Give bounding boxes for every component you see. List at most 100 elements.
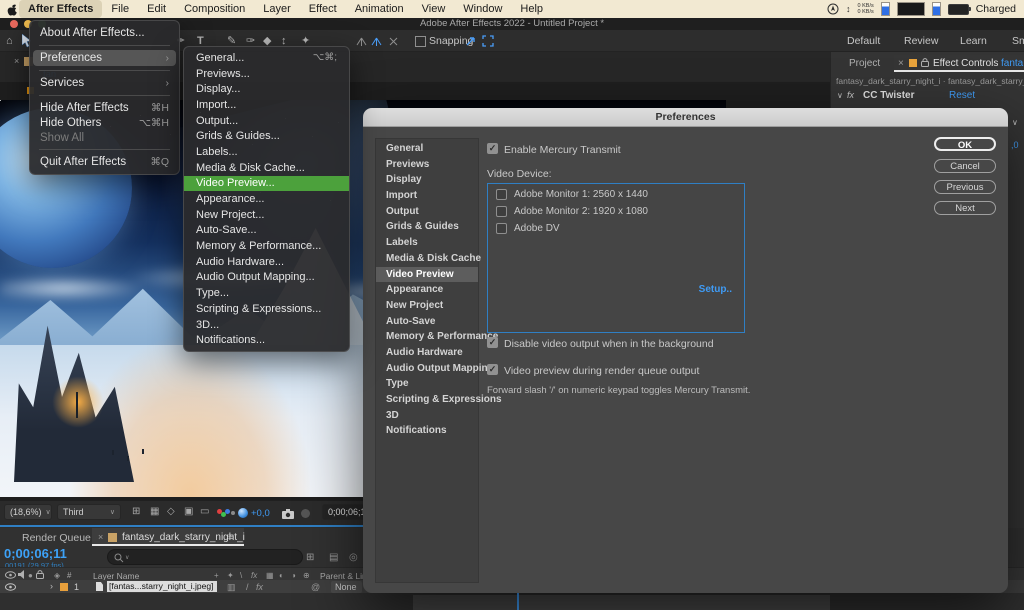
submenu-item-type[interactable]: Type... <box>184 285 349 301</box>
fx-switch-icon[interactable]: fx <box>251 571 257 580</box>
parent-link-column-header[interactable]: Parent & Lin <box>320 571 367 581</box>
view-axis-icon[interactable] <box>388 36 399 47</box>
audio-column-icon[interactable] <box>18 570 25 579</box>
tab-project[interactable]: Project <box>849 58 880 69</box>
menubar-item-file[interactable]: File <box>102 0 138 18</box>
menu-item-services[interactable]: Services › <box>30 75 179 91</box>
parent-pickwhip-icon[interactable]: @ <box>311 582 320 592</box>
sidebar-item-auto-save[interactable]: Auto-Save <box>376 314 478 330</box>
menu-item-preferences[interactable]: Preferences › <box>33 50 176 66</box>
device-checkbox[interactable] <box>496 189 507 200</box>
video-device-list[interactable]: Adobe Monitor 1: 2560 x 1440 Adobe Monit… <box>487 183 745 333</box>
disable-bg-checkbox[interactable]: ✓ <box>487 337 498 348</box>
sidebar-item-grids[interactable]: Grids & Guides <box>376 219 478 235</box>
threed-switch-icon[interactable]: ⊕ <box>303 571 310 580</box>
local-axis-icon[interactable] <box>356 36 367 47</box>
quality-toggle-icon[interactable]: / <box>246 582 249 592</box>
submenu-item-general[interactable]: General... ⌥⌘; <box>184 50 349 66</box>
activity-graph-icon[interactable] <box>897 2 925 16</box>
ok-button[interactable]: OK <box>934 137 996 151</box>
submenu-item-previews[interactable]: Previews... <box>184 66 349 82</box>
submenu-item-audio-hardware[interactable]: Audio Hardware... <box>184 254 349 270</box>
submenu-item-auto-save[interactable]: Auto-Save... <box>184 223 349 239</box>
previous-button[interactable]: Previous <box>934 180 996 194</box>
quality-switch-icon[interactable]: \ <box>240 571 242 580</box>
param-value-fragment[interactable]: ,0 <box>1011 140 1019 150</box>
mask-visibility-icon[interactable]: ◇ <box>167 506 175 517</box>
chevron-down-icon[interactable]: ∨ <box>1012 118 1018 127</box>
submenu-item-labels[interactable]: Labels... <box>184 144 349 160</box>
frame-blend-switch-icon[interactable]: ▦ <box>266 571 274 580</box>
resolution-select[interactable]: Third ∨ <box>57 504 121 520</box>
menubar-item-edit[interactable]: Edit <box>138 0 175 18</box>
submenu-item-output[interactable]: Output... <box>184 113 349 129</box>
expand-bounds-icon[interactable] <box>482 35 494 47</box>
layer-fx-icon[interactable]: fx <box>256 582 263 592</box>
collapse-switch-icon[interactable]: ✦ <box>227 571 234 580</box>
menubar-item-after-effects[interactable]: After Effects <box>19 0 102 18</box>
sidebar-item-memory[interactable]: Memory & Performance <box>376 329 478 345</box>
submenu-item-scripting[interactable]: Scripting & Expressions... <box>184 301 349 317</box>
home-icon[interactable]: ⌂ <box>6 34 13 48</box>
network-speed[interactable]: 0 KB/s 0 KB/s <box>858 3 874 15</box>
workspace-tab-learn[interactable]: Learn <box>960 35 987 47</box>
layer-name-column-header[interactable]: Layer Name <box>93 571 139 581</box>
chevron-down-icon[interactable]: ∨ <box>837 91 843 100</box>
device-row[interactable]: Adobe Monitor 2: 1920 x 1080 <box>496 205 744 218</box>
workspace-tab-default[interactable]: Default <box>847 35 880 47</box>
cpu-meter-icon[interactable] <box>881 2 890 16</box>
cancel-button[interactable]: Cancel <box>934 159 996 173</box>
parent-select[interactable]: None <box>331 581 362 593</box>
timeline-track-area[interactable] <box>0 593 1024 610</box>
sidebar-item-new-project[interactable]: New Project <box>376 298 478 314</box>
device-checkbox[interactable] <box>496 223 507 234</box>
submenu-item-notifications[interactable]: Notifications... <box>184 332 349 348</box>
workspace-tab-small-screen[interactable]: Sma <box>1012 35 1024 47</box>
guides-icon[interactable]: ▣ <box>184 506 193 517</box>
display-arrows-icon[interactable]: ↕ <box>846 4 851 14</box>
menu-item-about[interactable]: About After Effects... <box>30 25 179 41</box>
menu-item-quit[interactable]: Quit After Effects ⌘Q <box>30 154 179 170</box>
apple-icon[interactable] <box>6 2 19 17</box>
submenu-item-appearance[interactable]: Appearance... <box>184 191 349 207</box>
motion-blur-switch-icon[interactable]: ◐ <box>279 571 284 580</box>
frame-blend-icon[interactable]: ▤ <box>329 552 338 563</box>
sidebar-item-type[interactable]: Type <box>376 376 478 392</box>
lock-column-icon[interactable] <box>36 570 44 579</box>
solo-column-icon[interactable]: ● <box>28 571 33 580</box>
menubar-item-help[interactable]: Help <box>511 0 552 18</box>
submenu-item-media-cache[interactable]: Media & Disk Cache... <box>184 160 349 176</box>
submenu-item-memory[interactable]: Memory & Performance... <box>184 238 349 254</box>
menu-item-hide[interactable]: Hide After Effects ⌘H <box>30 100 179 115</box>
device-row[interactable]: Adobe DV <box>496 222 744 235</box>
search-input[interactable]: ∨ <box>107 549 303 565</box>
exposure-sphere-icon[interactable] <box>238 508 248 518</box>
snapshot-camera-icon[interactable] <box>282 508 295 519</box>
location-services-icon[interactable] <box>827 3 839 15</box>
layer-eye-icon[interactable] <box>5 583 16 591</box>
mercury-checkbox[interactable]: ✓ <box>487 143 498 154</box>
menubar-item-window[interactable]: Window <box>454 0 511 18</box>
menu-item-hide-others[interactable]: Hide Others ⌥⌘H <box>30 115 179 130</box>
shy-switch-icon[interactable]: + <box>214 571 219 580</box>
sidebar-item-notifications[interactable]: Notifications <box>376 423 478 439</box>
rulers-icon[interactable]: ▭ <box>200 506 209 517</box>
composition-mini-flowchart-icon[interactable]: ⊞ <box>306 552 314 563</box>
zoom-select[interactable]: (18,6%) ∨ <box>4 504 52 520</box>
layer-label-swatch[interactable] <box>60 583 68 591</box>
sidebar-item-import[interactable]: Import <box>376 188 478 204</box>
sidebar-item-display[interactable]: Display <box>376 172 478 188</box>
exposure-offset[interactable]: +0,0 <box>251 508 270 519</box>
snap-cursor-icon[interactable] <box>465 35 477 47</box>
tab-effect-controls[interactable]: Effect Controls <box>933 58 998 69</box>
snapping-checkbox[interactable] <box>415 36 426 47</box>
menubar-item-view[interactable]: View <box>413 0 455 18</box>
label-column-icon[interactable]: ◈ <box>54 571 60 580</box>
menubar-item-layer[interactable]: Layer <box>254 0 300 18</box>
lock-icon[interactable] <box>921 58 929 67</box>
world-axis-icon[interactable] <box>371 36 382 47</box>
device-checkbox[interactable] <box>496 206 507 217</box>
submenu-item-video-preview[interactable]: Video Preview... <box>184 176 349 192</box>
submenu-item-display[interactable]: Display... <box>184 81 349 97</box>
battery-icon[interactable] <box>948 4 969 15</box>
